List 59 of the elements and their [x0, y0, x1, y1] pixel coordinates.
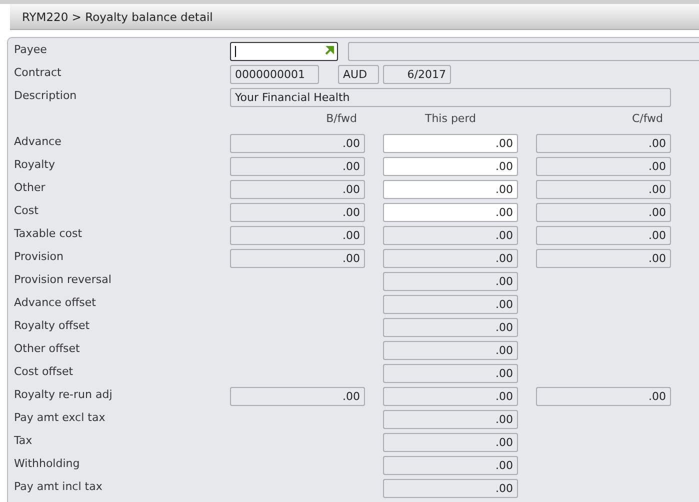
field-label: Royalty offset: [14, 318, 91, 332]
amount-field: .00: [230, 226, 365, 245]
amount-field: .00: [230, 387, 365, 406]
amount-field: .00: [536, 387, 671, 406]
field-label: Other: [14, 180, 46, 194]
amount-field: .00: [536, 180, 671, 199]
amount-field: .00: [536, 134, 671, 153]
amount-field: .00: [383, 410, 518, 429]
amount-field: .00: [383, 341, 518, 360]
amount-field: .00: [536, 203, 671, 222]
field-label: Royalty: [14, 157, 56, 171]
amount-field: .00: [536, 157, 671, 176]
amount-field: .00: [230, 134, 365, 153]
period-field: 6/2017: [383, 65, 451, 84]
amount-field: .00: [383, 456, 518, 475]
column-header: C/fwd: [630, 111, 664, 125]
field-label: Provision: [14, 249, 65, 263]
field-label: Other offset: [14, 341, 81, 355]
field-label: Cost: [14, 203, 40, 217]
amount-field: .00: [230, 203, 365, 222]
amount-field: .00: [383, 479, 518, 498]
description-field: Your Financial Health: [230, 88, 671, 107]
amount-field[interactable]: .00: [383, 157, 518, 176]
field-label: Contract: [14, 65, 62, 79]
amount-field: .00: [383, 364, 518, 383]
column-header: This perd: [424, 111, 478, 125]
field-label: Payee: [14, 42, 48, 56]
arrow-icon[interactable]: [325, 46, 334, 55]
amount-field[interactable]: .00: [383, 134, 518, 153]
amount-field: .00: [383, 433, 518, 452]
field-label: Advance offset: [14, 295, 97, 309]
amount-field: .00: [536, 226, 671, 245]
amount-field: .00: [230, 157, 365, 176]
amount-field: .00: [383, 226, 518, 245]
currency-field: AUD: [338, 65, 379, 84]
field-label: Taxable cost: [14, 226, 84, 240]
amount-field: .00: [383, 295, 518, 314]
window-title: RYM220 > Royalty balance detail: [21, 9, 213, 24]
contract-number-field: 0000000001: [230, 65, 319, 84]
amount-field: .00: [230, 180, 365, 199]
amount-field: .00: [383, 249, 518, 268]
field-label: Provision reversal: [14, 272, 112, 286]
field-label: Royalty re-run adj: [14, 387, 114, 401]
amount-field: .00: [383, 272, 518, 291]
amount-field[interactable]: .00: [383, 180, 518, 199]
amount-field: .00: [536, 249, 671, 268]
amount-field: .00: [230, 249, 365, 268]
column-header: B/fwd: [325, 111, 358, 125]
field-label: Description: [14, 88, 78, 102]
amount-field: .00: [383, 318, 518, 337]
amount-field: .00: [383, 387, 518, 406]
amount-field[interactable]: .00: [383, 203, 518, 222]
field-label: Pay amt incl tax: [14, 479, 104, 493]
payee-field[interactable]: [230, 42, 338, 61]
field-label: Tax: [14, 433, 34, 447]
field-label: Withholding: [14, 456, 81, 470]
field-label: Advance: [14, 134, 62, 148]
field-label: Cost offset: [14, 364, 74, 378]
field-label: Pay amt excl tax: [14, 410, 106, 424]
